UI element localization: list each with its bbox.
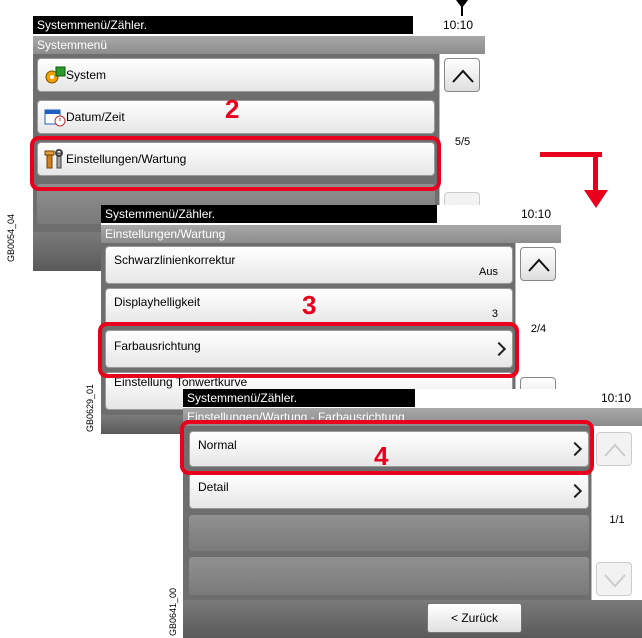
step-number-3: 3 xyxy=(302,290,317,320)
scroll-down-button[interactable] xyxy=(596,562,632,596)
list-item-detail[interactable]: Detail xyxy=(189,473,589,509)
scroll-up-button[interactable] xyxy=(520,247,556,281)
figure-id: GB0629_01 xyxy=(85,383,95,432)
scroll-up-button[interactable] xyxy=(444,58,480,92)
title-text: Systemmenü/Zähler. xyxy=(187,391,298,405)
page-indicator: 2/4 xyxy=(530,323,547,335)
chevron-up-icon xyxy=(528,258,550,272)
empty-slot xyxy=(189,515,589,551)
title-bar: Systemmenü/Zähler. xyxy=(183,389,415,407)
chevron-up-icon xyxy=(604,443,626,457)
title-text: Systemmenü/Zähler. xyxy=(37,18,148,32)
chevron-down-icon xyxy=(604,574,626,588)
subtitle-bar: Einstellungen/Wartung xyxy=(101,225,561,243)
clock: 10:10 xyxy=(443,18,474,32)
figure-id: GB0641_00 xyxy=(168,587,178,636)
pointer-arrowhead xyxy=(456,0,468,8)
scroll-up-button[interactable] xyxy=(596,432,632,466)
chevron-up-icon xyxy=(452,69,474,83)
clock: 10:10 xyxy=(601,391,632,405)
highlight-settings-maintenance xyxy=(30,136,441,191)
list-item-system[interactable]: System xyxy=(37,58,435,92)
page-indicator: 5/5 xyxy=(454,136,471,148)
list-item-black-line-correction[interactable]: Schwarzlinienkorrektur Aus xyxy=(105,246,513,284)
flow-arrow xyxy=(540,152,608,210)
back-button[interactable]: < Zurück xyxy=(427,603,522,633)
title-bar: Systemmenü/Zähler. xyxy=(101,205,437,223)
item-value: Aus xyxy=(479,266,498,278)
item-label: System xyxy=(66,68,107,82)
calendar-clock-icon xyxy=(44,107,66,127)
item-label: Schwarzlinienkorrektur xyxy=(114,253,236,267)
bottom-bar: < Zurück xyxy=(183,600,642,638)
item-label: Datum/Zeit xyxy=(66,110,125,124)
step-number-4: 4 xyxy=(374,441,389,471)
page-indicator: 1/1 xyxy=(609,514,625,526)
clock: 10:10 xyxy=(521,207,552,221)
subtitle-bar: Systemmenü xyxy=(33,36,485,54)
chevron-right-icon xyxy=(567,483,583,499)
title-text: Systemmenü/Zähler. xyxy=(105,207,216,221)
highlight-color-registration xyxy=(98,322,519,378)
item-label: Detail xyxy=(198,480,229,494)
item-value: 3 xyxy=(491,308,498,320)
empty-slot xyxy=(189,557,589,595)
scroll-panel: 1/1 xyxy=(591,426,642,600)
title-bar: Systemmenü/Zähler. xyxy=(33,16,413,34)
figure-id: GB0054_04 xyxy=(6,213,16,262)
step-number-2: 2 xyxy=(225,94,240,124)
system-icon xyxy=(44,65,66,85)
item-label: Displayhelligkeit xyxy=(114,295,201,309)
